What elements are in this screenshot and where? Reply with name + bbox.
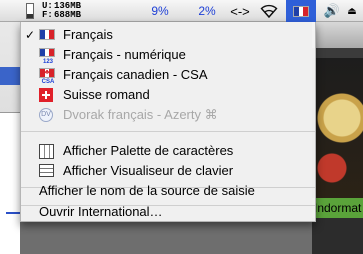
menu-item-ouvrir-international[interactable]: Ouvrir International… <box>21 202 315 221</box>
keyboard-viewer-icon <box>39 163 57 178</box>
character-palette-icon <box>39 143 57 159</box>
checkmark-icon: ✓ <box>24 27 36 42</box>
menu-item-label: Français <box>63 27 113 42</box>
background-white-panel <box>0 112 20 254</box>
wifi-icon[interactable] <box>258 0 280 22</box>
volume-icon[interactable]: 🔊 <box>323 0 341 22</box>
background-window-label: Indormat <box>312 198 363 218</box>
memory-free-key: F: <box>42 10 53 20</box>
menu-item-label: Français - numérique <box>63 47 186 62</box>
menu-item-label: Afficher Visualiseur de clavier <box>63 163 234 178</box>
menu-item-dvorak-francais: DV Dvorak français - Azerty ⌘ <box>21 105 315 124</box>
menu-item-label: Suisse romand <box>63 87 150 102</box>
menu-item-afficher-visualiseur[interactable]: Afficher Visualiseur de clavier <box>21 161 315 180</box>
menu-item-afficher-palette[interactable]: Afficher Palette de caractères <box>21 141 315 160</box>
cpu-monitor-2[interactable]: 2% <box>193 0 221 22</box>
cpu-monitor-1[interactable]: 9% <box>146 0 174 22</box>
flag-france-icon <box>39 28 57 42</box>
flag-france-123-icon: 123 <box>39 47 57 65</box>
network-arrows-icon[interactable]: <-> <box>228 0 252 22</box>
input-source-menu: ✓ Français 123 Français - numérique ♣ CSA… <box>20 22 316 222</box>
menu-item-label: Français canadien - CSA <box>63 67 208 82</box>
memory-monitor[interactable]: U: 136MB F: 688MB <box>42 2 81 20</box>
background-window-right: Indormat <box>312 22 363 254</box>
menu-item-francais-numerique[interactable]: 123 Français - numérique <box>21 45 315 65</box>
menu-item-label: Dvorak français - Azerty ⌘ <box>63 106 218 122</box>
background-window-left <box>0 22 20 254</box>
menu-item-label: Ouvrir International… <box>39 204 163 219</box>
menu-item-afficher-nom-source[interactable]: Afficher le nom de la source de saisie <box>21 181 315 200</box>
flag-canada-csa-icon: ♣ CSA <box>39 67 57 85</box>
menu-bar: U: 136MB F: 688MB 9% 2% <-> 🔊 ⏏ <box>0 0 363 22</box>
flag-france-icon <box>293 6 309 17</box>
flag-switzerland-icon <box>39 87 57 102</box>
input-menu-flag-button[interactable] <box>286 0 316 22</box>
background-blue-strip <box>0 67 20 85</box>
background-blue-line <box>6 212 20 214</box>
menu-item-francais[interactable]: ✓ Français <box>21 25 315 44</box>
background-bottom <box>312 218 363 254</box>
background-artwork <box>312 58 363 198</box>
menu-item-label: Afficher Palette de caractères <box>63 143 234 158</box>
menu-item-label: Afficher le nom de la source de saisie <box>39 183 255 198</box>
background-toolbar <box>312 22 363 48</box>
memory-free-value: 688MB <box>54 10 82 20</box>
menu-item-francais-canadien-csa[interactable]: ♣ CSA Français canadien - CSA <box>21 65 315 85</box>
dvorak-icon: DV <box>39 107 57 122</box>
eject-icon[interactable]: ⏏ <box>344 0 360 22</box>
menu-item-suisse-romand[interactable]: Suisse romand <box>21 85 315 104</box>
menu-separator <box>21 131 315 132</box>
memory-meter-icon[interactable] <box>26 3 34 19</box>
